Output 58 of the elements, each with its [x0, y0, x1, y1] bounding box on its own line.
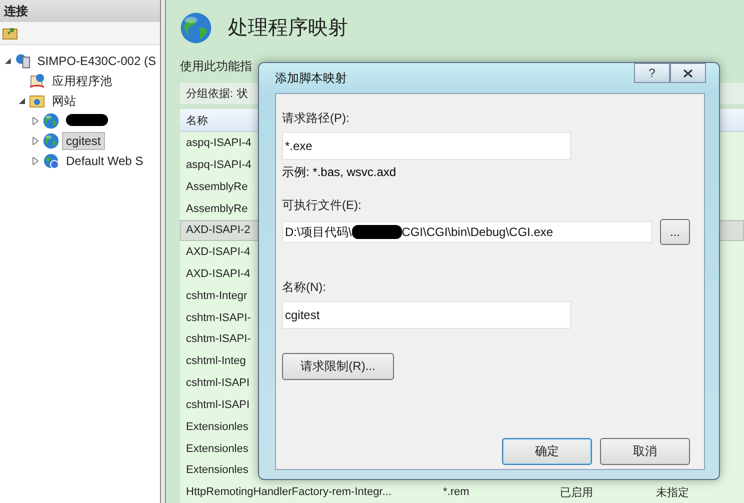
splitter[interactable] [160, 0, 166, 503]
input-field[interactable]: D:\项目代码\ CGI\CGI\bin\Debug\CGI.exe [282, 221, 652, 243]
table-cell: AXD-ISAPI-2 [186, 224, 250, 236]
table-cell-text: 已启用 [560, 486, 593, 500]
field-label: 可执行文件(E): [282, 197, 362, 214]
tree-item[interactable]: 网站 [48, 90, 80, 112]
field-label: 请求路径(P): [282, 110, 350, 127]
hint-text: 示例: *.bas, wsvc.axd [282, 164, 398, 181]
globe-icon [43, 113, 59, 129]
table-cell: cshtml-Integ [186, 355, 246, 368]
browse-button[interactable]: ... [660, 219, 690, 245]
field-label: 名称(N): [282, 279, 327, 296]
table-cell: AssemblyRe [186, 180, 248, 193]
column-header[interactable]: 名称 [186, 112, 208, 128]
server-icon [14, 53, 30, 69]
close-button[interactable] [670, 63, 706, 83]
dialog-button[interactable]: 确定 [502, 438, 592, 465]
restrictions-button[interactable]: 请求限制(R)... [282, 353, 394, 380]
table-cell: Extensionles [186, 442, 248, 455]
help-button[interactable]: ? [634, 63, 670, 83]
expander-icon[interactable] [18, 97, 26, 105]
input-field[interactable]: *.exe [282, 132, 571, 160]
tree-item[interactable]: SIMPO-E430C-002 (S [33, 52, 160, 70]
input-field[interactable]: cgitest [282, 301, 571, 329]
tree-item[interactable]: Default Web S [62, 152, 148, 170]
tree-item[interactable]: 应用程序池 [48, 70, 116, 92]
pool-icon [29, 73, 45, 89]
page-title: 处理程序映射 [228, 16, 348, 42]
close-icon [683, 68, 693, 78]
group-by-label: 分组依据: [186, 87, 234, 102]
redaction-mark [66, 114, 108, 126]
table-cell: HttpRemotingHandlerFactory-rem-Integr... [186, 486, 392, 498]
table-cell: AssemblyRe [186, 202, 248, 215]
globe-icon [43, 153, 59, 169]
globe-icon [43, 133, 59, 149]
table-cell: Extensionles [186, 420, 248, 433]
description: 使用此功能指 [180, 58, 252, 75]
tree-item[interactable]: cgitest [62, 132, 105, 150]
table-cell: cshtml-ISAPI [186, 377, 250, 390]
table-cell-text: 未指定 [656, 486, 689, 500]
dialog-button[interactable]: 取消 [600, 438, 690, 465]
table-cell: cshtm-Integr [186, 290, 248, 302]
table-row[interactable]: HttpRemotingHandlerFactory-rem-Integr... *.rem 已启用 未指定 [180, 481, 744, 503]
table-cell: cshtm-ISAPI- [186, 312, 251, 324]
dialog-title: 添加脚本映射 [275, 70, 347, 86]
group-by-value[interactable]: 状 [237, 86, 248, 102]
table-cell: aspq-ISAPI-4 [186, 137, 252, 150]
table-cell: AXD-ISAPI-4 [186, 246, 250, 258]
globe-icon [180, 12, 212, 44]
table-cell: aspq-ISAPI-4 [186, 158, 252, 171]
table-cell: cshtml-ISAPI [186, 398, 250, 411]
table-cell: Extensionles [186, 464, 248, 476]
table-cell: *.rem [443, 486, 470, 498]
table-cell: AXD-ISAPI-4 [186, 268, 250, 280]
table-cell: cshtm-ISAPI- [186, 333, 251, 346]
expander-icon[interactable] [4, 57, 12, 65]
folder-icon [29, 93, 45, 109]
panel-title: 连接 [0, 0, 160, 22]
